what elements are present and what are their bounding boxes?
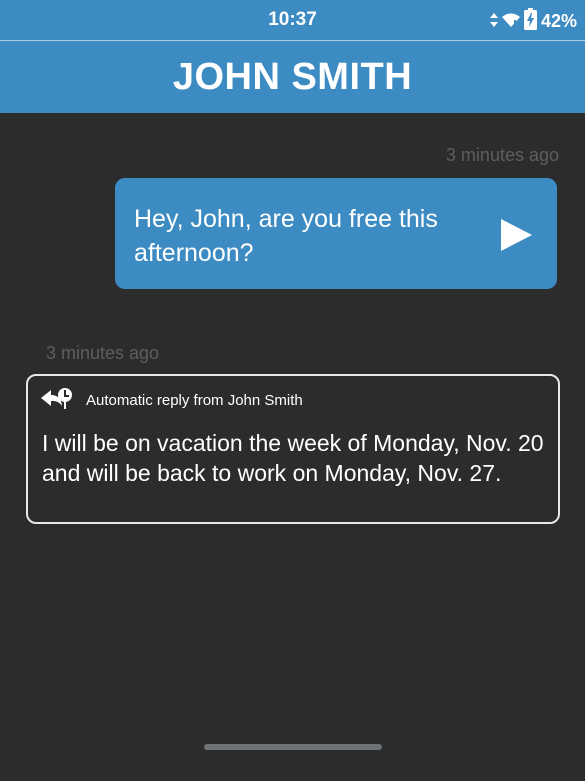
auto-reply-icon [40, 386, 74, 414]
messaging-screen: 10:37 42% JOHN SMITH 3 minutes ago Hey, … [0, 0, 585, 781]
status-bar: 10:37 42% [0, 0, 585, 40]
battery-percent: 42% [540, 11, 577, 31]
auto-reply-label: Automatic reply from John Smith [86, 391, 303, 409]
sent-message-timestamp: 3 minutes ago [445, 145, 559, 165]
status-icons: 42% [489, 8, 577, 35]
contact-name-title: JOHN SMITH [172, 55, 413, 98]
sent-message-bubble[interactable]: Hey, John, are you free this afternoon? [115, 178, 557, 289]
auto-reply-header: Automatic reply from John Smith [40, 386, 303, 414]
received-message-timestamp: 3 minutes ago [46, 343, 160, 363]
home-indicator[interactable] [204, 744, 382, 750]
battery-charging-icon [523, 8, 537, 35]
data-arrows-icon [489, 11, 498, 32]
send-icon [499, 218, 533, 252]
conversation-header: JOHN SMITH [0, 41, 585, 113]
sent-message-text: Hey, John, are you free this afternoon? [134, 205, 438, 267]
received-message-text: I will be on vacation the week of Monday… [42, 430, 544, 486]
received-message-bubble[interactable]: Automatic reply from John Smith I will b… [26, 374, 560, 524]
wifi-icon [501, 11, 520, 32]
